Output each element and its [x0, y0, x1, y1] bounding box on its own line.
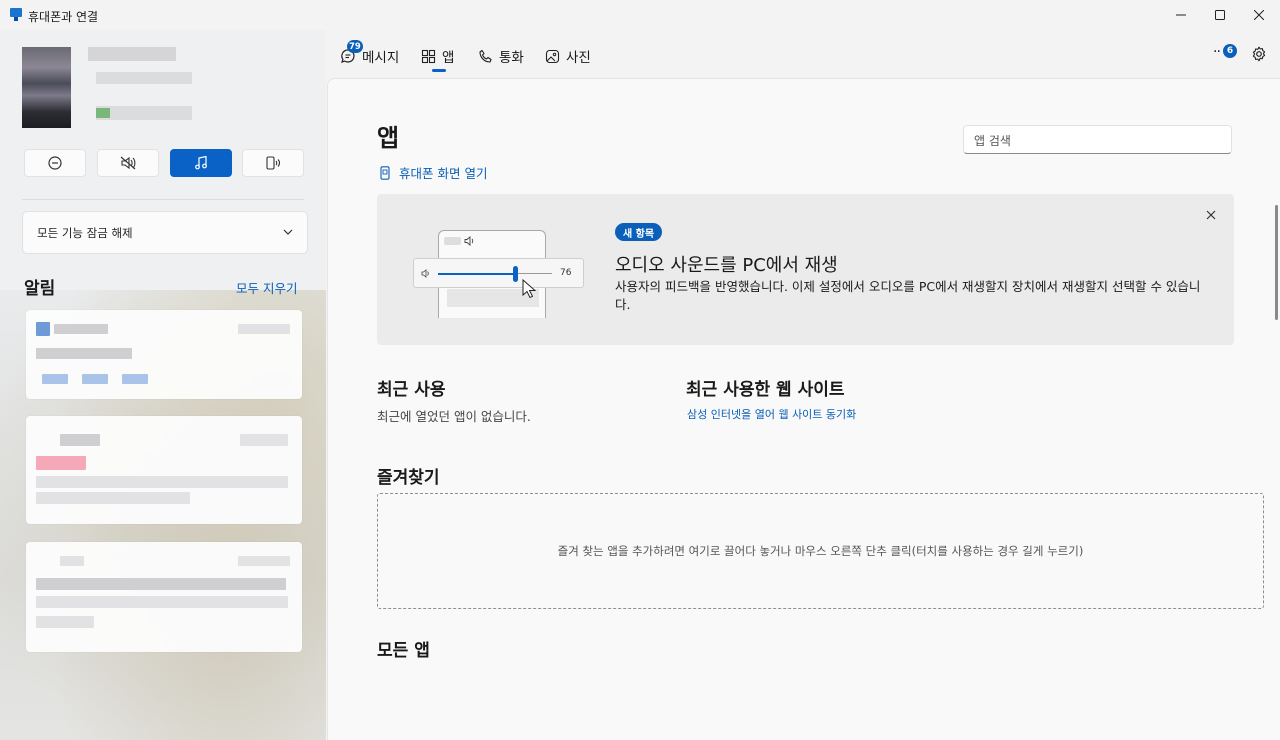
device-info-blurred [96, 72, 192, 84]
device-status-indicator [96, 108, 110, 118]
notification-body-blurred [36, 476, 288, 488]
cursor-icon [522, 279, 536, 299]
app-search-placeholder: 앱 검색 [974, 134, 1011, 148]
illustration-volume-slider [413, 258, 584, 299]
close-icon [1254, 10, 1264, 20]
chevron-down-icon [283, 229, 293, 235]
minus-circle-icon [48, 156, 62, 170]
device-name-blurred [88, 47, 176, 61]
favorites-title: 즐겨찾기 [377, 468, 440, 488]
title-bar: 휴대폰과 연결 [0, 0, 1280, 30]
sidebar: 모든 기능 잠금 해제 알림 모두 지우기 [0, 30, 326, 740]
phone-icon [479, 49, 492, 63]
notification-title-blurred [60, 434, 100, 446]
notification-body-blurred [36, 578, 286, 590]
notification-thumbnail-blurred [36, 456, 86, 470]
notification-card[interactable] [26, 416, 302, 524]
phone-screen-icon [380, 165, 390, 180]
notification-time-blurred [238, 324, 290, 334]
tab-photos-label: 사진 [566, 50, 591, 66]
notification-card[interactable] [26, 310, 302, 399]
more-options-badge: 6 [1223, 44, 1237, 58]
window-title: 휴대폰과 연결 [28, 10, 99, 24]
favorites-hint: 즐겨 찾는 앱을 추가하려면 여기로 끌어다 놓거나 마우스 오른쪽 단추 클릭… [557, 544, 1084, 558]
notification-time-blurred [238, 556, 290, 566]
notification-body-blurred [36, 596, 288, 608]
notification-title-blurred [54, 324, 108, 334]
tab-apps[interactable]: 앱 [421, 45, 454, 67]
notification-card[interactable] [26, 542, 302, 652]
device-thumbnail[interactable] [22, 47, 71, 128]
music-note-icon [195, 156, 207, 170]
sidebar-divider [22, 199, 304, 200]
notification-body-blurred [36, 616, 94, 628]
notification-app-icon [36, 322, 50, 336]
gear-icon[interactable] [1251, 46, 1267, 62]
tab-apps-label: 앱 [442, 50, 455, 66]
illustration-status-bar [444, 237, 461, 245]
notification-title-blurred [60, 556, 84, 566]
open-phone-screen-link[interactable]: 휴대폰 화면 열기 [379, 163, 487, 182]
device-status-blurred [96, 106, 192, 120]
audio-to-pc-button[interactable] [242, 149, 304, 177]
slider-track-filled [438, 273, 516, 275]
speaker-icon [421, 269, 429, 278]
messages-unread-badge: 79 [347, 40, 363, 53]
unlock-all-features-label: 모든 기능 잠금 해제 [37, 225, 133, 240]
unlock-all-features-dropdown[interactable]: 모든 기능 잠금 해제 [22, 211, 308, 254]
apps-grid-icon [421, 49, 436, 63]
favorites-drop-zone[interactable]: 즐겨 찾는 앱을 추가하려면 여기로 끌어다 놓거나 마우스 오른쪽 단추 클릭… [377, 493, 1264, 609]
tab-messages-label: 메시지 [362, 50, 400, 66]
notifications-title: 알림 [24, 279, 56, 299]
tab-calls-label: 통화 [499, 50, 524, 66]
notification-action-blurred[interactable] [122, 374, 148, 384]
recent-websites-title: 최근 사용한 웹 사이트 [686, 380, 845, 400]
do-not-disturb-button[interactable] [24, 149, 86, 177]
selected-tab-indicator [432, 69, 446, 72]
notification-action-blurred[interactable] [42, 374, 68, 384]
notification-body-blurred [36, 348, 132, 359]
banner-title: 오디오 사운드를 PC에서 재생 [615, 255, 838, 276]
slider-track-empty [516, 273, 552, 274]
speaker-icon [464, 236, 474, 246]
app-search-input[interactable]: 앱 검색 [963, 125, 1232, 154]
close-icon[interactable] [1205, 209, 1217, 221]
phone-speaker-icon [266, 156, 281, 170]
phone-link-app-icon [10, 8, 22, 21]
notification-body-blurred [36, 492, 190, 504]
scrollbar[interactable] [1275, 205, 1278, 320]
slider-thumb [513, 266, 518, 282]
close-button[interactable] [1236, 0, 1280, 30]
all-apps-title: 모든 앱 [377, 641, 430, 661]
tab-photos[interactable]: 사진 [545, 45, 591, 67]
tab-calls[interactable]: 통화 [478, 45, 524, 67]
mute-button[interactable] [97, 149, 159, 177]
more-options-button[interactable]: ·· [1213, 44, 1221, 60]
banner-description: 사용자의 피드백을 반영했습니다. 이제 설정에서 오디오를 PC에서 재생할지… [615, 279, 1201, 312]
notification-time-blurred [240, 434, 288, 446]
recent-apps-title: 최근 사용 [377, 380, 446, 400]
maximize-icon [1215, 10, 1225, 20]
slider-value: 76 [560, 268, 572, 278]
media-button[interactable] [170, 149, 232, 177]
new-badge: 새 항목 [615, 223, 663, 241]
photo-icon [545, 49, 560, 63]
notification-action-blurred[interactable] [82, 374, 108, 384]
open-phone-screen-label: 휴대폰 화면 열기 [399, 166, 488, 181]
speaker-mute-icon [120, 156, 136, 170]
recent-apps-empty-text: 최근에 열었던 앱이 없습니다. [377, 409, 531, 424]
sync-websites-link[interactable]: 삼성 인터넷을 열어 웹 사이트 동기화 [687, 406, 856, 422]
clear-all-link[interactable]: 모두 지우기 [236, 278, 297, 297]
minimize-icon [1176, 14, 1186, 16]
page-title: 앱 [377, 124, 400, 152]
